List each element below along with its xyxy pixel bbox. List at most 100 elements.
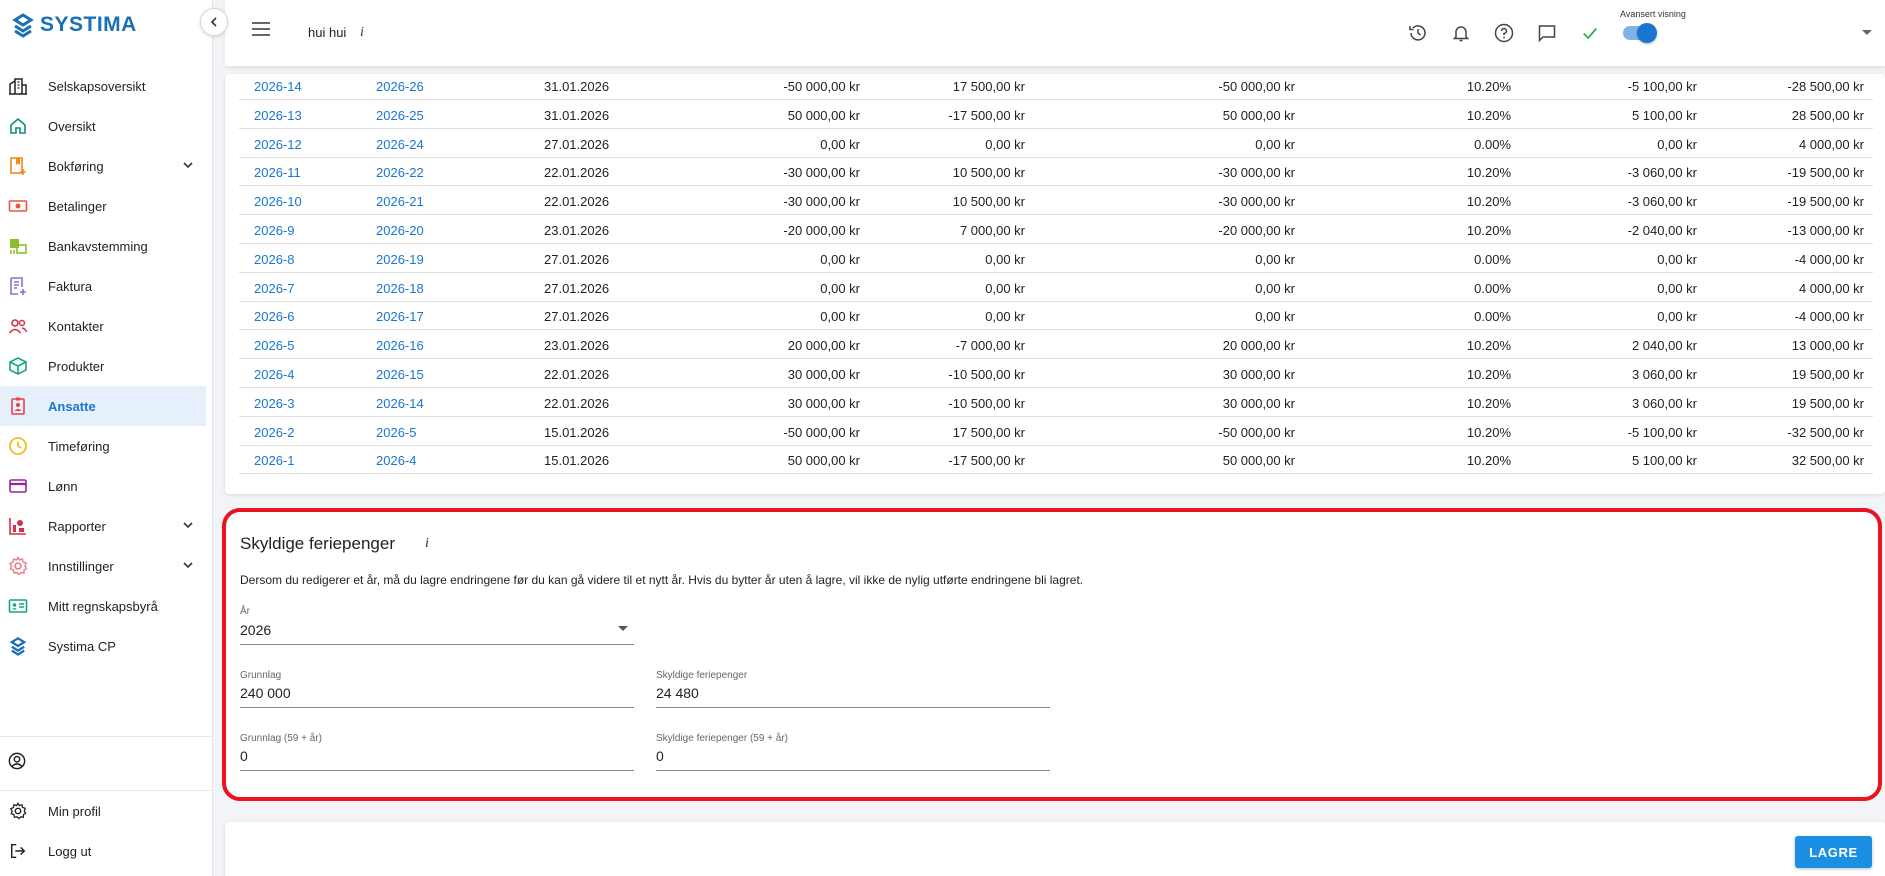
sidebar-bottom: Min profil Logg ut: [0, 736, 212, 871]
voucher-link[interactable]: 2026-6: [254, 309, 294, 324]
sidebar-item-bankavstemming[interactable]: Bankavstemming: [0, 226, 206, 266]
sidebar-item-bokføring[interactable]: Bokføring: [0, 146, 206, 186]
skyldige-value: 24 480: [656, 685, 699, 701]
check-icon[interactable]: [1579, 22, 1601, 44]
help-icon[interactable]: [1493, 22, 1515, 44]
amount-cell: 0,00 kr: [985, 251, 1025, 267]
amount-cell: -13 000,00 kr: [1787, 223, 1864, 238]
sidebar-item-kontakter[interactable]: Kontakter: [0, 306, 206, 346]
voucher-link[interactable]: 2026-13: [254, 108, 302, 123]
min-profil-label: Min profil: [48, 803, 101, 819]
grunnlag-59-field[interactable]: Grunnlag (59 + år) 0: [240, 733, 634, 771]
rate-cell: 0.00%: [1474, 136, 1511, 152]
section-info-icon[interactable]: i: [425, 536, 429, 552]
amount-cell: 28 500,00 kr: [1791, 107, 1864, 123]
chevron-down-icon[interactable]: [182, 158, 194, 176]
sidebar-item-ansatte[interactable]: Ansatte: [0, 386, 206, 426]
reference-link[interactable]: 2026-22: [376, 165, 424, 180]
sidebar-item-produkter[interactable]: Produkter: [0, 346, 206, 386]
voucher-link[interactable]: 2026-10: [254, 194, 302, 209]
reference-link[interactable]: 2026-4: [376, 453, 416, 468]
amount-cell: 3 060,00 kr: [1631, 367, 1697, 382]
reference-link[interactable]: 2026-17: [376, 309, 424, 324]
reference-link[interactable]: 2026-15: [376, 367, 424, 382]
amount-cell: -3 060,00 kr: [1627, 165, 1697, 181]
chevron-down-icon[interactable]: [182, 558, 194, 576]
save-button[interactable]: LAGRE: [1795, 836, 1872, 868]
sidebar-item-mitt-regnskapsbyrå[interactable]: Mitt regnskapsbyrå: [0, 586, 206, 626]
reference-link[interactable]: 2026-21: [376, 194, 424, 209]
amount-cell: 5 100,00 kr: [1631, 453, 1697, 469]
voucher-link[interactable]: 2026-5: [254, 338, 294, 353]
sidebar-item-oversikt[interactable]: Oversikt: [0, 106, 206, 146]
chat-icon[interactable]: [1536, 22, 1558, 44]
reference-link[interactable]: 2026-14: [376, 396, 424, 411]
date-cell: 23.01.2026: [544, 338, 610, 354]
table-row: 2026-10 2026-21 22.01.2026 -30 000,00 kr 10 …: [239, 186, 1873, 216]
voucher-link[interactable]: 2026-11: [254, 165, 301, 180]
chevron-down-icon[interactable]: [182, 518, 194, 536]
section-description: Dersom du redigerer et år, må du lagre e…: [240, 573, 1084, 587]
logg-ut-link[interactable]: Logg ut: [0, 831, 212, 871]
history-icon[interactable]: [1407, 22, 1429, 44]
bell-icon[interactable]: [1450, 22, 1472, 44]
systima-logo[interactable]: SYSTIMA: [12, 12, 137, 38]
reference-link[interactable]: 2026-16: [376, 338, 424, 353]
grunnlag-field[interactable]: Grunnlag 240 000: [240, 670, 634, 708]
amount-cell: -10 500,00 kr: [948, 395, 1025, 411]
voucher-link[interactable]: 2026-14: [254, 79, 302, 94]
voucher-link[interactable]: 2026-2: [254, 425, 294, 440]
actions-bar: LAGRE: [225, 822, 1885, 876]
amount-cell: 17 500,00 kr: [952, 424, 1025, 440]
voucher-link[interactable]: 2026-3: [254, 396, 294, 411]
amount-cell: -30 000,00 kr: [783, 194, 860, 210]
skyldige-59-field[interactable]: Skyldige feriepenger (59 + år) 0: [656, 733, 1050, 771]
reference-link[interactable]: 2026-18: [376, 281, 424, 296]
reference-link[interactable]: 2026-26: [376, 79, 424, 94]
voucher-link[interactable]: 2026-12: [254, 137, 302, 152]
collapse-sidebar-button[interactable]: [200, 8, 228, 36]
gear-icon: [8, 556, 28, 576]
logo-text: SYSTIMA: [40, 13, 137, 36]
sidebar-item-systima-cp[interactable]: Systima CP: [0, 626, 206, 666]
buildings-icon: [8, 76, 28, 96]
voucher-link[interactable]: 2026-7: [254, 281, 294, 296]
min-profil-link[interactable]: Min profil: [0, 791, 212, 831]
sidebar-item-label: Innstillinger: [48, 558, 114, 574]
amount-cell: 4 000,00 kr: [1798, 136, 1864, 152]
sidebar-item-innstillinger[interactable]: Innstillinger: [0, 546, 206, 586]
advanced-view-toggle[interactable]: [1623, 23, 1657, 43]
voucher-link[interactable]: 2026-9: [254, 223, 294, 238]
amount-cell: 0,00 kr: [985, 136, 1025, 152]
year-select[interactable]: År 2026: [240, 606, 634, 645]
voucher-link[interactable]: 2026-1: [254, 453, 294, 468]
amount-cell: -30 000,00 kr: [783, 165, 860, 181]
reference-link[interactable]: 2026-25: [376, 108, 424, 123]
hamburger-menu-icon[interactable]: [252, 22, 270, 41]
reference-link[interactable]: 2026-24: [376, 137, 424, 152]
company-info-icon[interactable]: i: [360, 25, 364, 41]
amount-cell: 19 500,00 kr: [1791, 395, 1864, 411]
section-title: Skyldige feriepenger: [240, 534, 395, 553]
skyldige-feriepenger-field[interactable]: Skyldige feriepenger 24 480: [656, 670, 1050, 708]
amount-cell: 0,00 kr: [1657, 280, 1697, 296]
reference-link[interactable]: 2026-20: [376, 223, 424, 238]
sidebar-item-lønn[interactable]: Lønn: [0, 466, 206, 506]
reference-link[interactable]: 2026-19: [376, 252, 424, 267]
sidebar-item-betalinger[interactable]: Betalinger: [0, 186, 206, 226]
sidebar-item-selskapsoversikt[interactable]: Selskapsoversikt: [0, 66, 206, 106]
amount-cell: 7 000,00 kr: [959, 223, 1025, 238]
amount-cell: -50 000,00 kr: [783, 79, 860, 94]
voucher-link[interactable]: 2026-4: [254, 367, 294, 382]
sidebar-item-rapporter[interactable]: Rapporter: [0, 506, 206, 546]
amount-cell: -5 100,00 kr: [1627, 79, 1697, 94]
reference-link[interactable]: 2026-5: [376, 425, 416, 440]
company-name[interactable]: hui hui: [308, 25, 346, 40]
user-row[interactable]: [0, 737, 212, 791]
account-dropdown-icon[interactable]: [1862, 30, 1872, 35]
sidebar-item-faktura[interactable]: Faktura: [0, 266, 206, 306]
amount-cell: 0,00 kr: [985, 309, 1025, 325]
voucher-link[interactable]: 2026-8: [254, 252, 294, 267]
sidebar-item-timeføring[interactable]: Timeføring: [0, 426, 206, 466]
sidebar-item-label: Rapporter: [48, 518, 106, 534]
